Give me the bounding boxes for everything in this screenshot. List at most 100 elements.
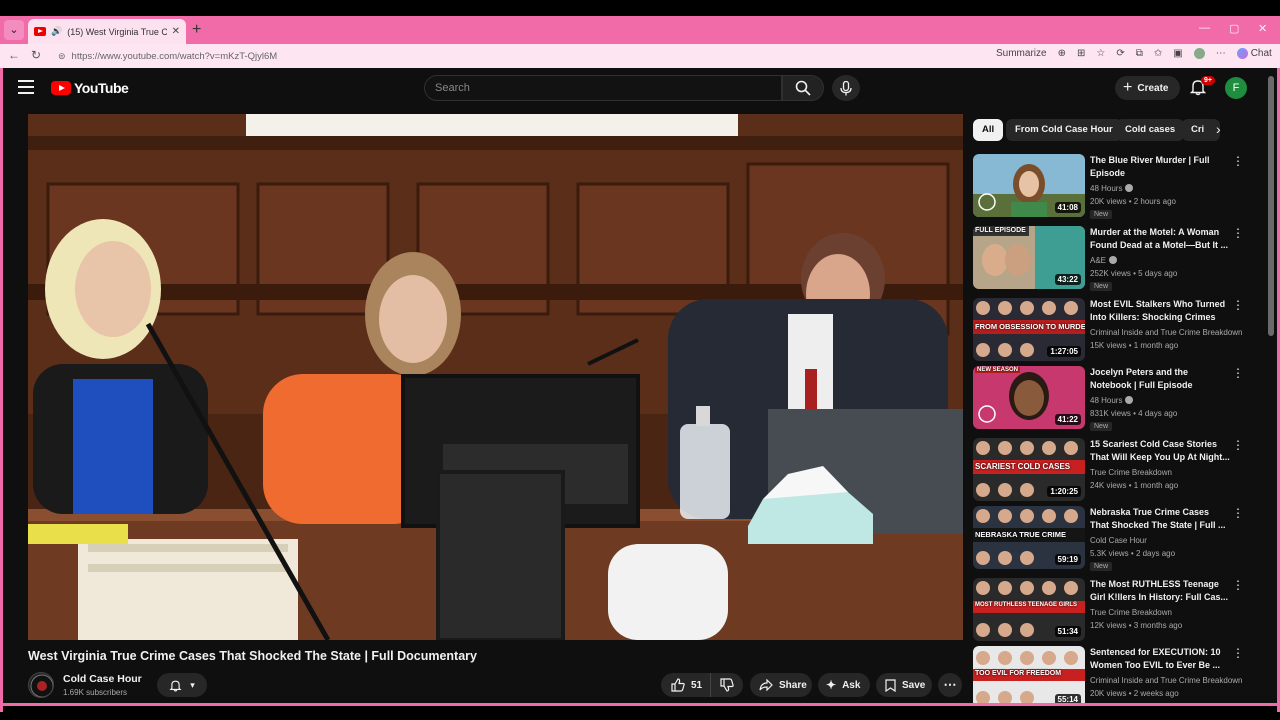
thumbnail-caption: TOO EVIL FOR FREEDOM: [975, 670, 1062, 677]
video-frame: [28, 114, 963, 640]
chevron-right-icon[interactable]: ›: [1216, 121, 1221, 137]
menu-icon[interactable]: [18, 80, 34, 94]
video-player[interactable]: [28, 114, 963, 640]
duration-badge: 59:19: [1054, 554, 1081, 565]
recommendation-item[interactable]: SCARIEST COLD CASES 1:20:25 15 Scariest …: [973, 438, 1263, 502]
page-scrollbar[interactable]: [1268, 76, 1274, 336]
recommendation-item[interactable]: MOST RUTHLESS TEENAGE GIRLS 51:34 The Mo…: [973, 578, 1263, 642]
rec-channel[interactable]: Cold Case Hour: [1090, 536, 1147, 545]
kebab-menu-icon[interactable]: ⋮: [1232, 507, 1244, 519]
profile-avatar[interactable]: [1193, 48, 1205, 59]
copilot-chat-button[interactable]: Chat: [1236, 48, 1272, 59]
address-bar-actions: Summarize ⊕ ⊞ ☆ ⟳ ⧉ ✩ ▣ ⋯ Chat: [996, 48, 1272, 59]
chip-all[interactable]: All: [973, 119, 1004, 141]
summarize-button[interactable]: Summarize: [996, 48, 1047, 59]
speaker-icon[interactable]: 🔊: [51, 26, 62, 37]
minimize-icon[interactable]: —: [1199, 22, 1210, 34]
rec-channel[interactable]: 48 Hours: [1090, 184, 1134, 193]
video-thumbnail[interactable]: 41:08: [973, 154, 1085, 217]
rec-title[interactable]: Murder at the Motel: A Woman Found Dead …: [1090, 226, 1230, 251]
recommendation-item[interactable]: FROM OBSESSION TO MURDER 1:27:05 Most EV…: [973, 298, 1263, 362]
video-thumbnail[interactable]: MOST RUTHLESS TEENAGE GIRLS 51:34: [973, 578, 1085, 641]
kebab-menu-icon[interactable]: ⋮: [1232, 647, 1244, 659]
youtube-play-icon: [51, 81, 71, 95]
kebab-menu-icon[interactable]: ⋮: [1232, 299, 1244, 311]
rec-title[interactable]: 15 Scariest Cold Case Stories That Will …: [1090, 438, 1230, 463]
verified-icon: [1125, 396, 1134, 404]
extensions-icon[interactable]: ⧉: [1136, 48, 1143, 59]
video-thumbnail[interactable]: FROM OBSESSION TO MURDER 1:27:05: [973, 298, 1085, 361]
favorites-bar-icon[interactable]: ✩: [1154, 48, 1162, 59]
recommendation-item[interactable]: NEW SEASON 41:22 Jocelyn Peters and the …: [973, 366, 1263, 431]
chip-crime[interactable]: Cri: [1182, 119, 1220, 141]
rec-channel[interactable]: True Crime Breakdown: [1090, 608, 1172, 617]
chip-cold-cases[interactable]: Cold cases: [1116, 119, 1185, 141]
thumbnail-caption: FULL EPISODE: [975, 227, 1026, 234]
video-thumbnail[interactable]: TOO EVIL FOR FREEDOM 55:14: [973, 646, 1085, 703]
rec-title[interactable]: The Blue River Murder | Full Episode: [1090, 154, 1230, 179]
search-input[interactable]: Search: [424, 75, 782, 101]
share-label: Share: [779, 679, 807, 691]
collections-icon[interactable]: ▣: [1173, 48, 1182, 59]
read-aloud-icon[interactable]: ⊕: [1058, 48, 1066, 59]
reload-icon[interactable]: ↻: [31, 48, 41, 62]
video-thumbnail[interactable]: FULL EPISODE 43:22: [973, 226, 1085, 289]
chip-from-channel[interactable]: From Cold Case Hour: [1006, 119, 1122, 141]
kebab-menu-icon[interactable]: ⋮: [1232, 439, 1244, 451]
subscription-bell-button[interactable]: ▾: [157, 673, 207, 697]
video-thumbnail[interactable]: NEW SEASON 41:22: [973, 366, 1085, 429]
favorite-icon[interactable]: ☆: [1096, 48, 1105, 59]
recommendation-item[interactable]: 41:08 The Blue River Murder | Full Episo…: [973, 154, 1263, 219]
kebab-menu-icon[interactable]: ⋮: [1232, 367, 1244, 379]
channel-name[interactable]: Cold Case Hour: [63, 673, 142, 685]
video-thumbnail[interactable]: SCARIEST COLD CASES 1:20:25: [973, 438, 1085, 501]
recommendation-item[interactable]: TOO EVIL FOR FREEDOM 55:14 Sentenced for…: [973, 646, 1263, 703]
like-button[interactable]: 51: [661, 673, 711, 697]
account-avatar[interactable]: F: [1225, 77, 1247, 99]
maximize-icon[interactable]: ▢: [1229, 22, 1239, 35]
apps-icon[interactable]: ⊞: [1077, 48, 1085, 59]
share-button[interactable]: Share: [750, 673, 812, 697]
create-button[interactable]: + Create: [1115, 76, 1181, 100]
rec-title[interactable]: Most EVIL Stalkers Who Turned Into Kille…: [1090, 298, 1230, 323]
subscriber-count: 1.69K subscribers: [63, 688, 128, 697]
rec-title[interactable]: Jocelyn Peters and the Notebook | Full E…: [1090, 366, 1230, 391]
rec-channel[interactable]: 48 Hours: [1090, 396, 1134, 405]
rec-channel[interactable]: Criminal Inside and True Crime Breakdown: [1090, 676, 1243, 685]
recommendation-item[interactable]: FULL EPISODE 43:22 Murder at the Motel: …: [973, 226, 1263, 291]
microphone-icon: [840, 80, 852, 95]
close-window-icon[interactable]: ✕: [1258, 22, 1267, 35]
kebab-menu-icon[interactable]: ⋮: [1232, 579, 1244, 591]
ask-label: Ask: [842, 679, 861, 691]
rec-channel[interactable]: A&E: [1090, 256, 1118, 265]
rec-channel[interactable]: Criminal Inside and True Crime Breakdown: [1090, 328, 1243, 337]
refresh-page-icon[interactable]: ⟳: [1116, 48, 1124, 59]
more-options-icon[interactable]: ⋯: [1216, 48, 1226, 59]
recommendation-item[interactable]: NEBRASKA TRUE CRIME 59:19 Nebraska True …: [973, 506, 1263, 571]
browser-tab[interactable]: 🔊 (15) West Virginia True Crime ✕: [28, 19, 186, 44]
rec-title[interactable]: The Most RUTHLESS Teenage Girl K!llers I…: [1090, 578, 1230, 603]
channel-avatar[interactable]: [28, 672, 54, 698]
thumbs-down-icon: [720, 678, 734, 692]
rec-title[interactable]: Nebraska True Crime Cases That Shocked T…: [1090, 506, 1230, 531]
youtube-logo[interactable]: YouTube: [51, 80, 129, 96]
dislike-button[interactable]: [711, 673, 743, 697]
ask-button[interactable]: ✦ Ask: [818, 673, 870, 697]
back-icon[interactable]: ←: [8, 48, 20, 62]
chevron-down-icon: ▾: [190, 679, 195, 690]
more-horizontal-icon: ⋯: [943, 677, 957, 692]
kebab-menu-icon[interactable]: ⋮: [1232, 227, 1244, 239]
video-thumbnail[interactable]: NEBRASKA TRUE CRIME 59:19: [973, 506, 1085, 569]
kebab-menu-icon[interactable]: ⋮: [1232, 155, 1244, 167]
voice-search-button[interactable]: [832, 75, 860, 101]
rec-title[interactable]: Sentenced for EXECUTION: 10 Women Too EV…: [1090, 646, 1230, 671]
more-actions-button[interactable]: ⋯: [938, 673, 962, 697]
rec-channel[interactable]: True Crime Breakdown: [1090, 468, 1172, 477]
search-button[interactable]: [782, 75, 824, 101]
save-button[interactable]: Save: [876, 673, 932, 697]
new-tab-button[interactable]: +: [192, 20, 201, 40]
url-field[interactable]: ⊜ https://www.youtube.com/watch?v=mKzT-Q…: [52, 47, 987, 65]
site-info-icon[interactable]: ⊜: [58, 51, 66, 62]
tab-search-dropdown[interactable]: ⌄: [4, 20, 24, 40]
close-tab-icon[interactable]: ✕: [172, 26, 180, 37]
